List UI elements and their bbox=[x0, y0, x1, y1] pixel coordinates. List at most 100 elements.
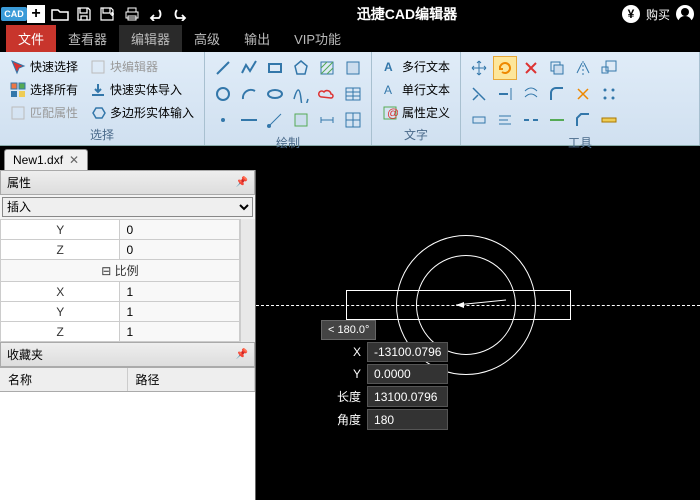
select-all[interactable]: 选择所有 bbox=[6, 79, 82, 100]
dim-icon[interactable] bbox=[315, 108, 339, 132]
fav-columns: 名称 路径 bbox=[0, 367, 255, 392]
col-name[interactable]: 名称 bbox=[0, 368, 128, 391]
quick-select[interactable]: 快速选择 bbox=[6, 56, 82, 77]
buy-link[interactable]: 购买 bbox=[646, 6, 670, 23]
fav-header: 收藏夹 📌 bbox=[0, 342, 255, 367]
table-row[interactable]: Z0 bbox=[1, 240, 240, 260]
app-logo: CAD bbox=[1, 4, 23, 24]
stext-button[interactable]: A单行文本 bbox=[378, 79, 454, 100]
quick-import[interactable]: 快速实体导入 bbox=[86, 79, 198, 100]
line-icon[interactable] bbox=[211, 56, 235, 80]
tab-viewer[interactable]: 查看器 bbox=[56, 25, 119, 52]
polygon-icon[interactable] bbox=[289, 56, 313, 80]
hatch-icon[interactable] bbox=[315, 56, 339, 80]
attrdef-button[interactable]: @属性定义 bbox=[378, 102, 454, 123]
coord-readout: X-13100.0796 Y0.0000 长度13100.0796 角度180 bbox=[331, 340, 450, 432]
stretch-icon[interactable] bbox=[467, 108, 491, 132]
table-row[interactable]: Z1 bbox=[1, 322, 240, 342]
props-title: 属性 bbox=[7, 174, 31, 191]
ellipse-icon[interactable] bbox=[263, 82, 287, 106]
ribbon-group-draw: 绘制 bbox=[205, 52, 372, 145]
trim-icon[interactable] bbox=[467, 82, 491, 106]
insert-icon[interactable] bbox=[289, 108, 313, 132]
ray-icon[interactable] bbox=[263, 108, 287, 132]
print-button[interactable] bbox=[121, 4, 143, 24]
explode-icon[interactable] bbox=[571, 82, 595, 106]
join-icon[interactable] bbox=[545, 108, 569, 132]
ribbon: 快速选择 选择所有 匹配属性 块编辑器 快速实体导入 多边形实体输入 选择 bbox=[0, 52, 700, 146]
extend-icon[interactable] bbox=[493, 82, 517, 106]
ribbon-group-select: 快速选择 选择所有 匹配属性 块编辑器 快速实体导入 多边形实体输入 选择 bbox=[0, 52, 205, 145]
redo-button[interactable] bbox=[169, 4, 191, 24]
copy-icon[interactable] bbox=[545, 56, 569, 80]
close-icon[interactable]: ✕ bbox=[69, 153, 79, 167]
scale-icon[interactable] bbox=[597, 56, 621, 80]
chamfer-icon[interactable] bbox=[571, 108, 595, 132]
table-row[interactable]: ⊟ 比例 bbox=[1, 260, 240, 282]
readout-y: 0.0000 bbox=[367, 364, 448, 384]
rect-icon[interactable] bbox=[263, 56, 287, 80]
array-icon[interactable] bbox=[597, 82, 621, 106]
group-title-tools: 工具 bbox=[467, 132, 693, 151]
svg-text:@: @ bbox=[387, 106, 398, 120]
mirror-icon[interactable] bbox=[571, 56, 595, 80]
scrollbar[interactable] bbox=[240, 219, 255, 342]
props-mode-select[interactable]: 插入 bbox=[2, 197, 253, 217]
poly-import[interactable]: 多边形实体输入 bbox=[86, 102, 198, 123]
group-title-text: 文字 bbox=[378, 124, 454, 143]
workspace: 属性 📌 插入 Y0 Z0 ⊟ 比例 X1 Y1 Z1 收藏夹 📌 名称 路径 bbox=[0, 170, 700, 500]
group-title-draw: 绘制 bbox=[211, 132, 365, 151]
delete-icon[interactable] bbox=[519, 56, 543, 80]
tab-vip[interactable]: VIP功能 bbox=[282, 25, 353, 52]
fillet-icon[interactable] bbox=[545, 82, 569, 106]
angle-tooltip: < 180.0° bbox=[321, 320, 376, 340]
currency-icon[interactable]: ¥ bbox=[622, 5, 640, 23]
table-row[interactable]: X1 bbox=[1, 282, 240, 302]
move-icon[interactable] bbox=[467, 56, 491, 80]
arrow-icon bbox=[456, 295, 516, 315]
cloud-icon[interactable] bbox=[315, 82, 339, 106]
fav-title: 收藏夹 bbox=[7, 346, 43, 363]
grid-icon[interactable] bbox=[341, 108, 365, 132]
table-row[interactable]: Y0 bbox=[1, 220, 240, 240]
table-icon[interactable] bbox=[341, 82, 365, 106]
drawing-canvas[interactable]: < 180.0° X-13100.0796 Y0.0000 长度13100.07… bbox=[256, 170, 700, 500]
tab-advanced[interactable]: 高级 bbox=[182, 25, 232, 52]
file-tab[interactable]: New1.dxf ✕ bbox=[4, 149, 88, 170]
open-button[interactable] bbox=[49, 4, 71, 24]
pin-icon[interactable]: 📌 bbox=[236, 177, 248, 188]
new-button[interactable]: + bbox=[25, 4, 47, 24]
offset-icon[interactable] bbox=[519, 82, 543, 106]
align-icon[interactable] bbox=[493, 108, 517, 132]
region-icon[interactable] bbox=[341, 56, 365, 80]
measure-icon[interactable] bbox=[597, 108, 621, 132]
mtext-button[interactable]: A多行文本 bbox=[378, 56, 454, 77]
tab-file[interactable]: 文件 bbox=[6, 25, 56, 52]
readout-len: 13100.0796 bbox=[367, 386, 448, 407]
rotate-icon[interactable] bbox=[493, 56, 517, 80]
arc-icon[interactable] bbox=[237, 82, 261, 106]
tab-editor[interactable]: 编辑器 bbox=[119, 25, 182, 52]
app-title: 迅捷CAD编辑器 bbox=[192, 4, 622, 24]
saveas-button[interactable] bbox=[97, 4, 119, 24]
readout-ang: 180 bbox=[367, 409, 448, 430]
undo-button[interactable] bbox=[145, 4, 167, 24]
props-mode-combo[interactable]: 插入 bbox=[2, 197, 253, 217]
break-icon[interactable] bbox=[519, 108, 543, 132]
menu-tabs: 文件 查看器 编辑器 高级 输出 VIP功能 bbox=[0, 28, 700, 52]
pin-icon[interactable]: 📌 bbox=[236, 349, 248, 360]
user-icon[interactable] bbox=[676, 5, 694, 23]
left-panel: 属性 📌 插入 Y0 Z0 ⊟ 比例 X1 Y1 Z1 收藏夹 📌 名称 路径 bbox=[0, 170, 256, 500]
circle-icon[interactable] bbox=[211, 82, 235, 106]
block-editor: 块编辑器 bbox=[86, 56, 198, 77]
xline-icon[interactable] bbox=[237, 108, 261, 132]
col-path[interactable]: 路径 bbox=[128, 368, 256, 391]
spline-icon[interactable] bbox=[289, 82, 313, 106]
polyline-icon[interactable] bbox=[237, 56, 261, 80]
readout-x: -13100.0796 bbox=[367, 342, 448, 362]
save-button[interactable] bbox=[73, 4, 95, 24]
table-row[interactable]: Y1 bbox=[1, 302, 240, 322]
group-title-select: 选择 bbox=[6, 124, 198, 143]
tab-output[interactable]: 输出 bbox=[232, 25, 282, 52]
point-icon[interactable] bbox=[211, 108, 235, 132]
